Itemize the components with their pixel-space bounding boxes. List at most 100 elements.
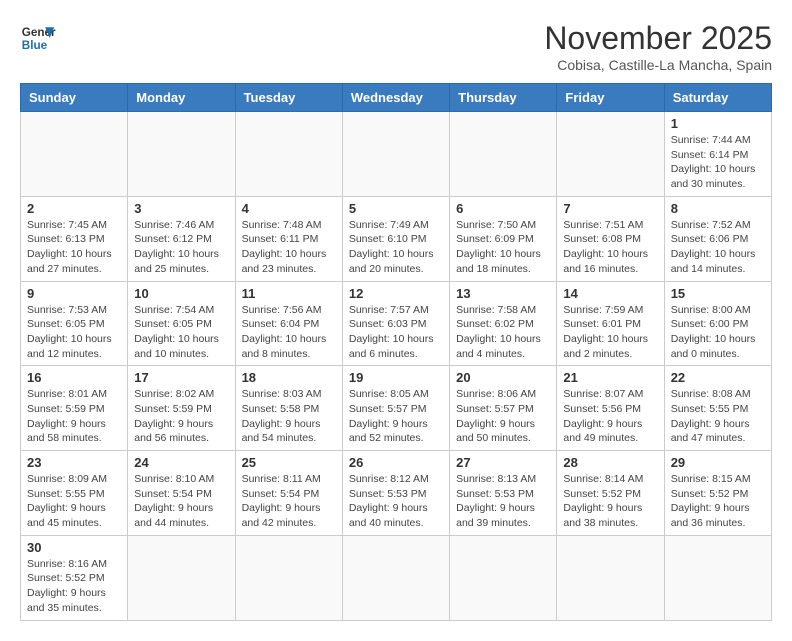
day-info: Sunrise: 7:56 AM Sunset: 6:04 PM Dayligh…	[242, 303, 336, 362]
day-info: Sunrise: 7:46 AM Sunset: 6:12 PM Dayligh…	[134, 218, 228, 277]
day-number: 14	[563, 286, 657, 301]
day-info: Sunrise: 7:51 AM Sunset: 6:08 PM Dayligh…	[563, 218, 657, 277]
calendar-day-cell: 6 Sunrise: 7:50 AM Sunset: 6:09 PM Daylig…	[450, 196, 557, 281]
day-number: 28	[563, 455, 657, 470]
day-info: Sunrise: 7:45 AM Sunset: 6:13 PM Dayligh…	[27, 218, 121, 277]
svg-text:Blue: Blue	[22, 39, 48, 52]
calendar-day-cell	[128, 535, 235, 620]
calendar-day-cell: 18 Sunrise: 8:03 AM Sunset: 5:58 PM Dayli…	[235, 366, 342, 451]
calendar-day-cell: 11 Sunrise: 7:56 AM Sunset: 6:04 PM Dayli…	[235, 281, 342, 366]
calendar-day-cell: 13 Sunrise: 7:58 AM Sunset: 6:02 PM Dayli…	[450, 281, 557, 366]
logo-icon: General Blue	[20, 20, 56, 56]
calendar-day-cell: 22 Sunrise: 8:08 AM Sunset: 5:55 PM Dayli…	[664, 366, 771, 451]
day-info: Sunrise: 7:58 AM Sunset: 6:02 PM Dayligh…	[456, 303, 550, 362]
location-subtitle: Cobisa, Castille-La Mancha, Spain	[544, 57, 772, 73]
day-info: Sunrise: 8:00 AM Sunset: 6:00 PM Dayligh…	[671, 303, 765, 362]
calendar-day-cell: 4 Sunrise: 7:48 AM Sunset: 6:11 PM Daylig…	[235, 196, 342, 281]
calendar-day-cell: 27 Sunrise: 8:13 AM Sunset: 5:53 PM Dayli…	[450, 451, 557, 536]
calendar-week-row: 16Sunrise: 8:01 AM Sunset: 5:59 PM Dayli…	[21, 366, 772, 451]
day-number: 8	[671, 201, 765, 216]
day-number: 11	[242, 286, 336, 301]
day-number: 19	[349, 370, 443, 385]
calendar-day-cell	[557, 112, 664, 197]
day-number: 24	[134, 455, 228, 470]
calendar-day-cell	[128, 112, 235, 197]
calendar-day-cell: 15 Sunrise: 8:00 AM Sunset: 6:00 PM Dayli…	[664, 281, 771, 366]
day-number: 22	[671, 370, 765, 385]
day-number: 17	[134, 370, 228, 385]
day-number: 6	[456, 201, 550, 216]
day-number: 13	[456, 286, 550, 301]
calendar-day-cell: 8 Sunrise: 7:52 AM Sunset: 6:06 PM Daylig…	[664, 196, 771, 281]
calendar-week-row: 9 Sunrise: 7:53 AM Sunset: 6:05 PM Daylig…	[21, 281, 772, 366]
calendar-week-row: 1 Sunrise: 7:44 AM Sunset: 6:14 PM Daylig…	[21, 112, 772, 197]
day-info: Sunrise: 8:03 AM Sunset: 5:58 PM Dayligh…	[242, 387, 336, 446]
calendar-day-cell	[21, 112, 128, 197]
day-number: 2	[27, 201, 121, 216]
calendar-day-cell: 14Sunrise: 7:59 AM Sunset: 6:01 PM Dayli…	[557, 281, 664, 366]
day-info: Sunrise: 8:16 AM Sunset: 5:52 PM Dayligh…	[27, 557, 121, 616]
day-info: Sunrise: 7:53 AM Sunset: 6:05 PM Dayligh…	[27, 303, 121, 362]
calendar-day-cell: 5Sunrise: 7:49 AM Sunset: 6:10 PM Daylig…	[342, 196, 449, 281]
calendar-day-cell: 28 Sunrise: 8:14 AM Sunset: 5:52 PM Dayli…	[557, 451, 664, 536]
calendar-day-cell: 3 Sunrise: 7:46 AM Sunset: 6:12 PM Daylig…	[128, 196, 235, 281]
calendar-day-cell: 1 Sunrise: 7:44 AM Sunset: 6:14 PM Daylig…	[664, 112, 771, 197]
day-number: 12	[349, 286, 443, 301]
day-number: 30	[27, 540, 121, 555]
day-info: Sunrise: 8:09 AM Sunset: 5:55 PM Dayligh…	[27, 472, 121, 531]
calendar-day-cell: 7Sunrise: 7:51 AM Sunset: 6:08 PM Daylig…	[557, 196, 664, 281]
logo: General Blue	[20, 20, 56, 56]
calendar-day-cell: 23Sunrise: 8:09 AM Sunset: 5:55 PM Dayli…	[21, 451, 128, 536]
calendar-week-row: 2 Sunrise: 7:45 AM Sunset: 6:13 PM Daylig…	[21, 196, 772, 281]
month-year-title: November 2025	[544, 20, 772, 57]
calendar-week-row: 23Sunrise: 8:09 AM Sunset: 5:55 PM Dayli…	[21, 451, 772, 536]
calendar-day-cell: 26 Sunrise: 8:12 AM Sunset: 5:53 PM Dayli…	[342, 451, 449, 536]
calendar-day-cell: 10Sunrise: 7:54 AM Sunset: 6:05 PM Dayli…	[128, 281, 235, 366]
title-section: November 2025 Cobisa, Castille-La Mancha…	[544, 20, 772, 73]
day-header-friday: Friday	[557, 84, 664, 112]
calendar-day-cell: 16Sunrise: 8:01 AM Sunset: 5:59 PM Dayli…	[21, 366, 128, 451]
day-number: 16	[27, 370, 121, 385]
day-number: 15	[671, 286, 765, 301]
calendar-day-cell	[235, 112, 342, 197]
calendar-table: SundayMondayTuesdayWednesdayThursdayFrid…	[20, 83, 772, 621]
day-number: 3	[134, 201, 228, 216]
day-header-monday: Monday	[128, 84, 235, 112]
day-number: 1	[671, 116, 765, 131]
day-info: Sunrise: 7:57 AM Sunset: 6:03 PM Dayligh…	[349, 303, 443, 362]
day-header-sunday: Sunday	[21, 84, 128, 112]
calendar-header-row: SundayMondayTuesdayWednesdayThursdayFrid…	[21, 84, 772, 112]
day-number: 26	[349, 455, 443, 470]
day-info: Sunrise: 8:13 AM Sunset: 5:53 PM Dayligh…	[456, 472, 550, 531]
day-number: 29	[671, 455, 765, 470]
day-info: Sunrise: 8:10 AM Sunset: 5:54 PM Dayligh…	[134, 472, 228, 531]
day-info: Sunrise: 7:44 AM Sunset: 6:14 PM Dayligh…	[671, 133, 765, 192]
day-number: 9	[27, 286, 121, 301]
calendar-day-cell: 30 Sunrise: 8:16 AM Sunset: 5:52 PM Dayli…	[21, 535, 128, 620]
day-info: Sunrise: 8:11 AM Sunset: 5:54 PM Dayligh…	[242, 472, 336, 531]
calendar-day-cell: 17Sunrise: 8:02 AM Sunset: 5:59 PM Dayli…	[128, 366, 235, 451]
calendar-day-cell: 9 Sunrise: 7:53 AM Sunset: 6:05 PM Daylig…	[21, 281, 128, 366]
calendar-day-cell	[557, 535, 664, 620]
day-info: Sunrise: 8:14 AM Sunset: 5:52 PM Dayligh…	[563, 472, 657, 531]
day-header-tuesday: Tuesday	[235, 84, 342, 112]
calendar-day-cell: 2 Sunrise: 7:45 AM Sunset: 6:13 PM Daylig…	[21, 196, 128, 281]
calendar-day-cell: 29Sunrise: 8:15 AM Sunset: 5:52 PM Dayli…	[664, 451, 771, 536]
calendar-day-cell	[342, 112, 449, 197]
day-info: Sunrise: 7:48 AM Sunset: 6:11 PM Dayligh…	[242, 218, 336, 277]
day-info: Sunrise: 7:49 AM Sunset: 6:10 PM Dayligh…	[349, 218, 443, 277]
day-number: 25	[242, 455, 336, 470]
day-info: Sunrise: 8:05 AM Sunset: 5:57 PM Dayligh…	[349, 387, 443, 446]
day-info: Sunrise: 7:52 AM Sunset: 6:06 PM Dayligh…	[671, 218, 765, 277]
day-info: Sunrise: 8:12 AM Sunset: 5:53 PM Dayligh…	[349, 472, 443, 531]
day-info: Sunrise: 7:54 AM Sunset: 6:05 PM Dayligh…	[134, 303, 228, 362]
day-number: 4	[242, 201, 336, 216]
calendar-day-cell	[450, 535, 557, 620]
day-info: Sunrise: 8:06 AM Sunset: 5:57 PM Dayligh…	[456, 387, 550, 446]
calendar-day-cell: 19 Sunrise: 8:05 AM Sunset: 5:57 PM Dayli…	[342, 366, 449, 451]
day-info: Sunrise: 7:50 AM Sunset: 6:09 PM Dayligh…	[456, 218, 550, 277]
day-number: 27	[456, 455, 550, 470]
calendar-day-cell	[235, 535, 342, 620]
day-number: 18	[242, 370, 336, 385]
day-info: Sunrise: 8:08 AM Sunset: 5:55 PM Dayligh…	[671, 387, 765, 446]
